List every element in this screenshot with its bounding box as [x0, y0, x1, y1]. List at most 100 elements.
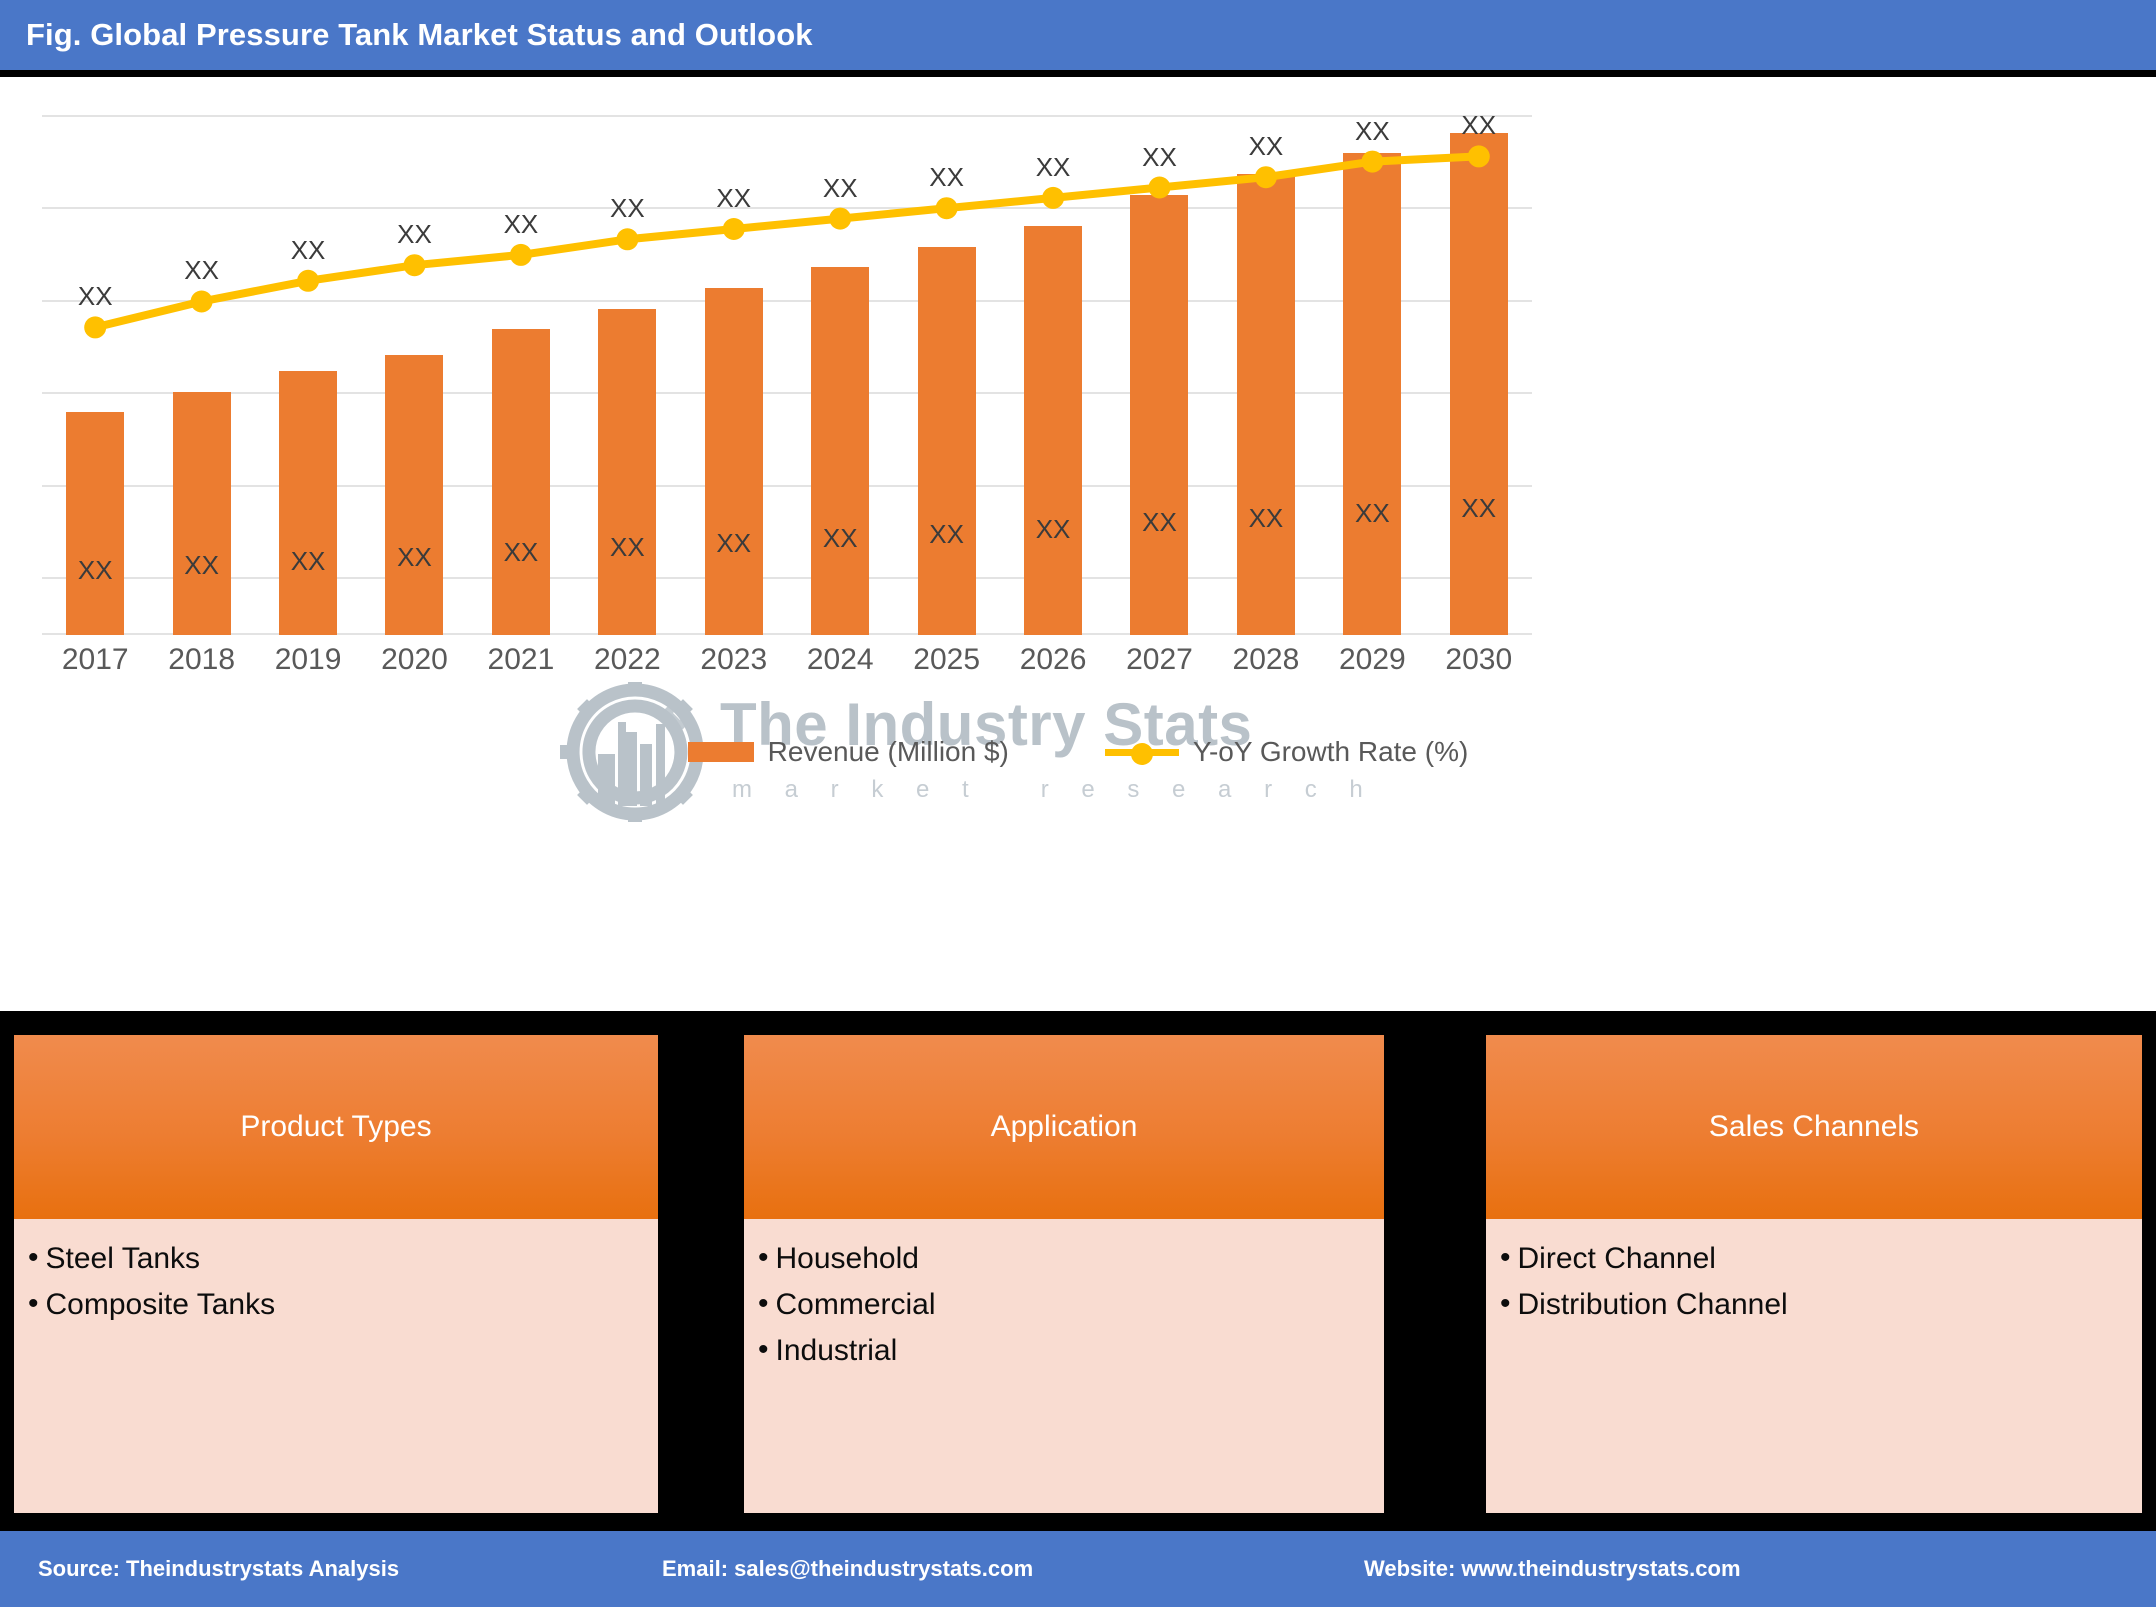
list-item-label: Steel Tanks — [45, 1242, 201, 1275]
bullet-icon: • — [758, 1333, 769, 1366]
bar-slot: XX XX — [893, 115, 999, 635]
bullet-icon: • — [28, 1241, 39, 1274]
line-data-label: XX — [1035, 151, 1071, 182]
line-data-label: XX — [397, 219, 432, 250]
bar-data-label: XX — [397, 542, 432, 573]
line-data-label: XX — [184, 255, 219, 286]
bar — [1130, 194, 1189, 635]
bar-slot: XX XX — [148, 115, 254, 635]
legend-label-growth-rate: Y-oY Growth Rate (%) — [1192, 736, 1469, 767]
bar-data-label: XX — [77, 555, 113, 585]
bar-slot: XX XX — [361, 115, 467, 635]
list-item-label: Composite Tanks — [45, 1288, 276, 1321]
bar-data-label: XX — [1461, 493, 1497, 524]
legend-item-revenue: Revenue (Million $) — [687, 736, 1009, 768]
line-data-label: XX — [929, 162, 964, 193]
bullet-icon: • — [758, 1287, 769, 1320]
legend-bar-swatch-icon — [687, 742, 754, 762]
bar-slot: XX XX — [574, 115, 680, 635]
segment-box-sales-channels: Sales Channels • Direct Channel • Distri… — [1486, 1035, 2142, 1513]
x-axis-tick-label: 2024 — [806, 643, 874, 676]
bar-slot: XX XX — [1213, 115, 1319, 635]
footer-website: Website: www.theindustrystats.com — [1364, 1556, 1741, 1581]
segment-heading-product-types: Product Types — [14, 1035, 658, 1219]
bar — [598, 308, 657, 635]
x-axis: 2017 2018 2019 2020 2021 2022 2023 2024 2025 2026… — [42, 643, 1532, 693]
bar — [1343, 153, 1402, 635]
bar-data-label: XX — [1035, 513, 1071, 544]
chart-legend: Revenue (Million $) Y-oY Growth Rate (%) — [0, 727, 2156, 777]
bar-slot: XX XX — [787, 115, 893, 635]
bar — [66, 412, 125, 635]
line-data-label: XX — [1461, 110, 1497, 141]
list-item: • Direct Channel — [1500, 1239, 2128, 1278]
x-axis-tick-label: 2019 — [274, 643, 342, 676]
bar — [1236, 173, 1295, 635]
list-item-label: Distribution Channel — [1517, 1288, 1788, 1321]
x-axis-tick-label: 2028 — [1232, 643, 1300, 676]
x-axis-tick-label: 2030 — [1445, 643, 1513, 676]
bar-data-label: XX — [1248, 502, 1284, 533]
list-item: • Industrial — [758, 1331, 1370, 1370]
line-data-label: XX — [716, 182, 752, 213]
bullet-icon: • — [758, 1241, 769, 1274]
x-axis-tick-label: 2026 — [1019, 643, 1087, 676]
title-divider — [0, 70, 2156, 77]
bar-slot: XX XX — [681, 115, 787, 635]
bar-data-label: XX — [610, 532, 645, 563]
segment-heading-sales-channels: Sales Channels — [1486, 1035, 2142, 1219]
list-item-label: Commercial — [775, 1288, 936, 1321]
bar-data-label: XX — [1355, 498, 1390, 529]
legend-line-swatch-icon — [1104, 742, 1179, 765]
bar-slot: XX XX — [1426, 110, 1532, 635]
chart-panel: The Industry Stats m a r k e t r e s e a… — [0, 77, 2156, 1011]
bullet-icon: • — [1500, 1287, 1511, 1320]
footer-email: Email: sales@theindustrystats.com — [662, 1556, 1034, 1581]
segment-boxes-row: Product Types • Steel Tanks • Composite … — [0, 1011, 2156, 1523]
bar — [1024, 225, 1083, 635]
bar — [385, 355, 444, 635]
bar — [279, 370, 338, 635]
line-data-label: XX — [822, 172, 858, 203]
x-axis-tick-label: 2022 — [593, 643, 661, 676]
list-item: • Steel Tanks — [28, 1239, 644, 1278]
x-axis-tick-label: 2029 — [1338, 643, 1406, 676]
bar-slot: XX XX — [1000, 115, 1106, 635]
legend-label-revenue: Revenue (Million $) — [767, 736, 1009, 767]
segment-heading-application: Application — [744, 1035, 1384, 1219]
title-bar: Fig. Global Pressure Tank Market Status … — [0, 0, 2156, 70]
segment-box-product-types: Product Types • Steel Tanks • Composite … — [14, 1035, 658, 1513]
segment-box-application: Application • Household • Commercial • I… — [744, 1035, 1384, 1513]
line-data-label: XX — [1142, 141, 1177, 172]
segment-list-sales-channels: • Direct Channel • Distribution Channel — [1486, 1219, 2142, 1513]
x-axis-tick-label: 2025 — [913, 643, 981, 676]
bullet-icon: • — [28, 1287, 39, 1320]
line-data-label: XX — [503, 208, 539, 239]
x-axis-tick-label: 2020 — [381, 643, 448, 676]
bar — [917, 246, 976, 635]
bar-series-layer: XX XX XX XX XX XX XX XX XX XX XX XX XX XX XX XX XX XX XX XX… — [42, 110, 1532, 635]
bar — [172, 391, 231, 635]
bar — [811, 267, 870, 635]
x-axis-tick-label: 2018 — [168, 643, 236, 676]
legend-item-growth-rate: Y-oY Growth Rate (%) — [1104, 736, 1469, 768]
footer-bar: Source: Theindustrystats Analysis Email:… — [0, 1531, 2156, 1607]
line-data-label: XX — [610, 193, 645, 224]
page-title: Fig. Global Pressure Tank Market Status … — [26, 17, 813, 52]
bullet-icon: • — [1500, 1241, 1511, 1274]
x-axis-tick-label: 2021 — [487, 643, 555, 676]
segment-list-product-types: • Steel Tanks • Composite Tanks — [14, 1219, 658, 1513]
footer-source: Source: Theindustrystats Analysis — [38, 1556, 400, 1581]
x-axis-tick-label: 2023 — [700, 643, 768, 676]
bar-slot: XX XX — [468, 115, 574, 635]
bar-data-label: XX — [1142, 507, 1177, 538]
segment-list-application: • Household • Commercial • Industrial — [744, 1219, 1384, 1513]
line-data-label: XX — [1248, 131, 1284, 162]
watermark-tagline: m a r k e t r e s e a r c h — [732, 776, 1376, 803]
list-item: • Commercial — [758, 1285, 1370, 1324]
x-axis-tick-label: 2027 — [1126, 643, 1193, 676]
list-item: • Composite Tanks — [28, 1285, 644, 1324]
list-item: • Distribution Channel — [1500, 1285, 2128, 1324]
list-item-label: Household — [775, 1242, 919, 1275]
line-data-label: XX — [77, 281, 113, 312]
